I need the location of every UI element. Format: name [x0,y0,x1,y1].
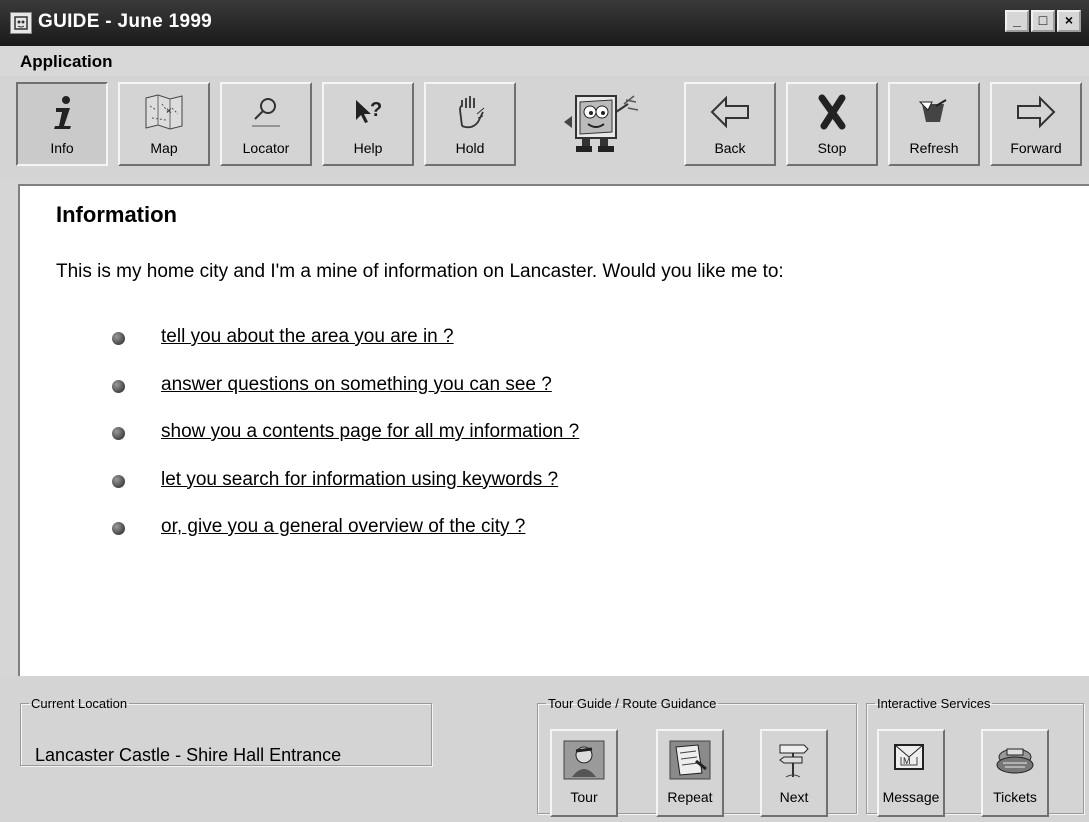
maximize-button[interactable]: □ [1031,10,1055,32]
menu-application[interactable]: Application [20,52,113,72]
option-list: tell you about the area you are in ? ans… [112,326,579,564]
stop-x-icon [788,90,876,134]
link-contents-page[interactable]: show you a contents page for all my info… [161,421,579,443]
bullet-icon [112,522,125,535]
map-button[interactable]: × Map [118,82,210,166]
tickets-icon [983,737,1047,783]
bottom-panel: Current Location Lancaster Castle - Shir… [0,676,1089,822]
link-city-overview[interactable]: or, give you a general overview of the c… [161,516,525,538]
tour-guide-group: Tour Guide / Route Guidance Tour Repeat … [537,696,857,817]
refresh-button[interactable]: Refresh [888,82,980,166]
info-icon [18,90,106,134]
tour-button[interactable]: Tour [550,729,618,817]
list-item: or, give you a general overview of the c… [112,516,579,564]
list-item: let you search for information using key… [112,469,579,517]
page-title: Information [56,202,177,227]
bullet-icon [112,427,125,440]
message-icon: M [879,737,943,783]
tour-guide-legend: Tour Guide / Route Guidance [548,696,717,711]
forward-button[interactable]: Forward [990,82,1082,166]
interactive-services-legend: Interactive Services [877,696,991,711]
map-icon: × [120,90,208,134]
magnifier-icon [222,90,310,134]
intro-text: This is my home city and I'm a mine of i… [56,261,784,282]
map-label: Map [150,140,178,156]
locator-label: Locator [242,140,290,156]
arrow-left-icon [686,90,774,134]
back-label: Back [714,140,746,156]
forward-label: Forward [1010,140,1062,156]
help-pointer-icon: ? [324,90,412,134]
close-button[interactable]: × [1057,10,1081,32]
hand-icon [426,90,514,134]
hold-label: Hold [455,140,485,156]
back-button[interactable]: Back [684,82,776,166]
list-item: show you a contents page for all my info… [112,421,579,469]
repeat-notes-icon [658,737,722,783]
tour-label: Tour [570,789,598,805]
next-label: Next [779,789,809,805]
link-area-info[interactable]: tell you about the area you are in ? [161,326,454,348]
info-button[interactable]: Info [16,82,108,166]
current-location-legend: Current Location [31,696,128,711]
bullet-icon [112,474,125,488]
refresh-label: Refresh [909,140,959,156]
repeat-label: Repeat [667,789,713,805]
help-button[interactable]: ? Help [322,82,414,166]
tickets-label: Tickets [993,789,1037,805]
svg-text:×: × [166,106,172,117]
content-panel: Information This is my home city and I'm… [18,184,1089,676]
current-location-value: Lancaster Castle - Shire Hall Entrance [35,745,342,765]
link-answer-questions[interactable]: answer questions on something you can se… [161,374,552,396]
link-keyword-search[interactable]: let you search for information using key… [161,469,558,491]
svg-text:M: M [903,756,911,766]
arrow-right-icon [992,90,1080,134]
refresh-icon [890,90,978,134]
minimize-button[interactable]: _ [1005,10,1029,32]
bullet-icon [112,379,125,393]
locator-button[interactable]: Locator [220,82,312,166]
message-button[interactable]: M Message [877,729,945,817]
help-label: Help [353,140,383,156]
next-button[interactable]: Next [760,729,828,817]
message-label: Message [882,789,940,805]
hold-button[interactable]: Hold [424,82,516,166]
interactive-services-group: Interactive Services M Message Tickets [866,696,1084,817]
stop-label: Stop [817,140,847,156]
menu-bar: Application [0,46,1089,77]
repeat-button[interactable]: Repeat [656,729,724,817]
app-icon[interactable] [10,12,32,34]
current-location-group: Current Location Lancaster Castle - Shir… [20,696,432,766]
svg-text:?: ? [370,99,382,121]
list-item: answer questions on something you can se… [112,374,579,422]
signpost-icon [762,737,826,783]
tour-guide-icon [552,737,616,783]
window-title: GUIDE - June 1999 [38,11,213,32]
stop-button[interactable]: Stop [786,82,878,166]
title-bar[interactable]: GUIDE - June 1999 _ □ × [0,0,1089,46]
info-label: Info [50,140,74,156]
list-item: tell you about the area you are in ? [112,326,579,374]
toolbar: Info × Map Locator ? Help Hold Back Stop… [0,76,1089,180]
bullet-icon [112,332,125,345]
mascot-icon [558,82,650,166]
tickets-button[interactable]: Tickets [981,729,1049,817]
